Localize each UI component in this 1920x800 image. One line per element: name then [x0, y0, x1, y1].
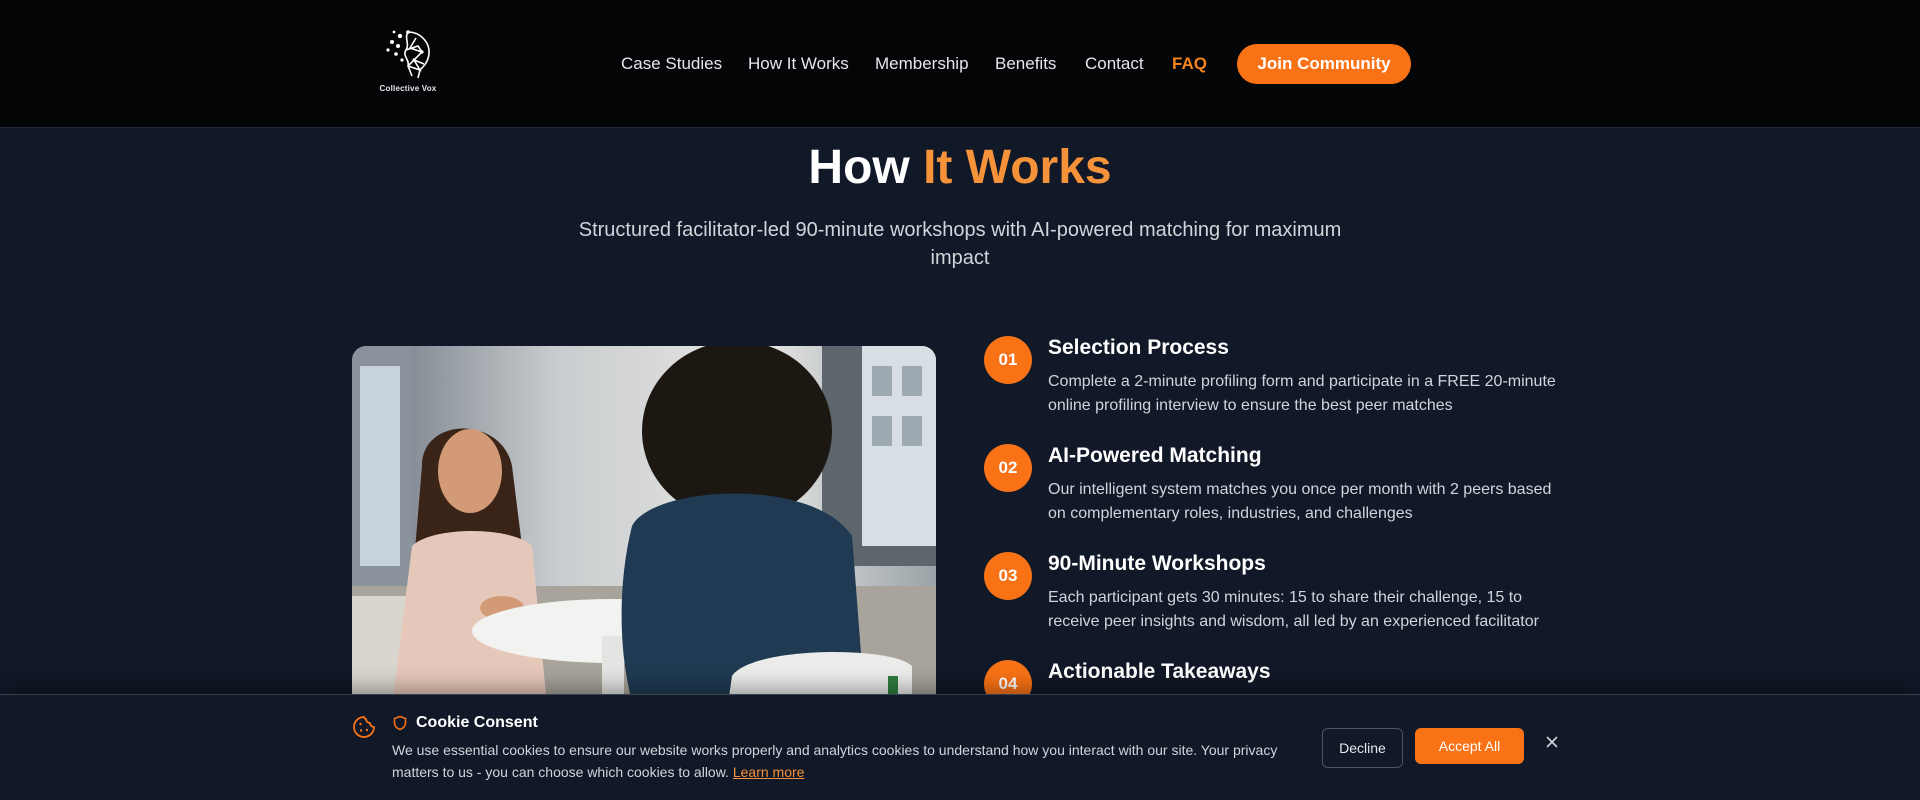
logo[interactable]: Collective Vox — [374, 26, 442, 98]
step-number: 02 — [984, 444, 1032, 492]
page-title: How It Works — [0, 140, 1920, 195]
title-accent: It Works — [923, 141, 1112, 194]
decline-button[interactable]: Decline — [1322, 728, 1403, 768]
step-description: Complete a 2-minute profiling form and p… — [1048, 373, 1556, 414]
logo-text: Collective Vox — [379, 84, 437, 93]
brain-network-icon — [386, 30, 430, 79]
cookie-message: We use essential cookies to ensure our w… — [392, 742, 1278, 780]
title-main: How — [808, 141, 910, 194]
nav-benefits[interactable]: Benefits — [995, 54, 1056, 74]
nav-faq[interactable]: FAQ — [1172, 54, 1207, 74]
cookie-text: We use essential cookies to ensure our w… — [392, 739, 1292, 783]
close-icon[interactable] — [1542, 732, 1562, 752]
join-community-button[interactable]: Join Community — [1237, 44, 1411, 84]
nav-membership[interactable]: Membership — [875, 54, 969, 74]
step-title: AI-Powered Matching — [1048, 444, 1262, 467]
step-number: 03 — [984, 552, 1032, 600]
site-header: Collective Vox Case Studies How It Works… — [0, 0, 1920, 128]
page-subtitle: Structured facilitator-led 90-minute wor… — [578, 219, 1342, 269]
step-title: Selection Process — [1048, 336, 1229, 359]
step-description: Our intelligent system matches you once … — [1048, 481, 1552, 522]
step-title: Actionable Takeaways — [1048, 660, 1271, 683]
step-description: Each participant gets 30 minutes: 15 to … — [1048, 589, 1539, 630]
cookie-consent-banner: Cookie Consent We use essential cookies … — [0, 694, 1920, 800]
cookie-title: Cookie Consent — [416, 714, 538, 731]
nav-case-studies[interactable]: Case Studies — [621, 54, 722, 74]
workshop-photo — [352, 346, 936, 746]
nav-how-it-works[interactable]: How It Works — [748, 54, 849, 74]
step-number: 01 — [984, 336, 1032, 384]
cookie-icon — [353, 716, 375, 738]
shield-icon — [393, 715, 407, 731]
step-title: 90-Minute Workshops — [1048, 552, 1266, 575]
learn-more-link[interactable]: Learn more — [733, 764, 805, 780]
nav-contact[interactable]: Contact — [1085, 54, 1144, 74]
accept-all-button[interactable]: Accept All — [1415, 728, 1524, 764]
